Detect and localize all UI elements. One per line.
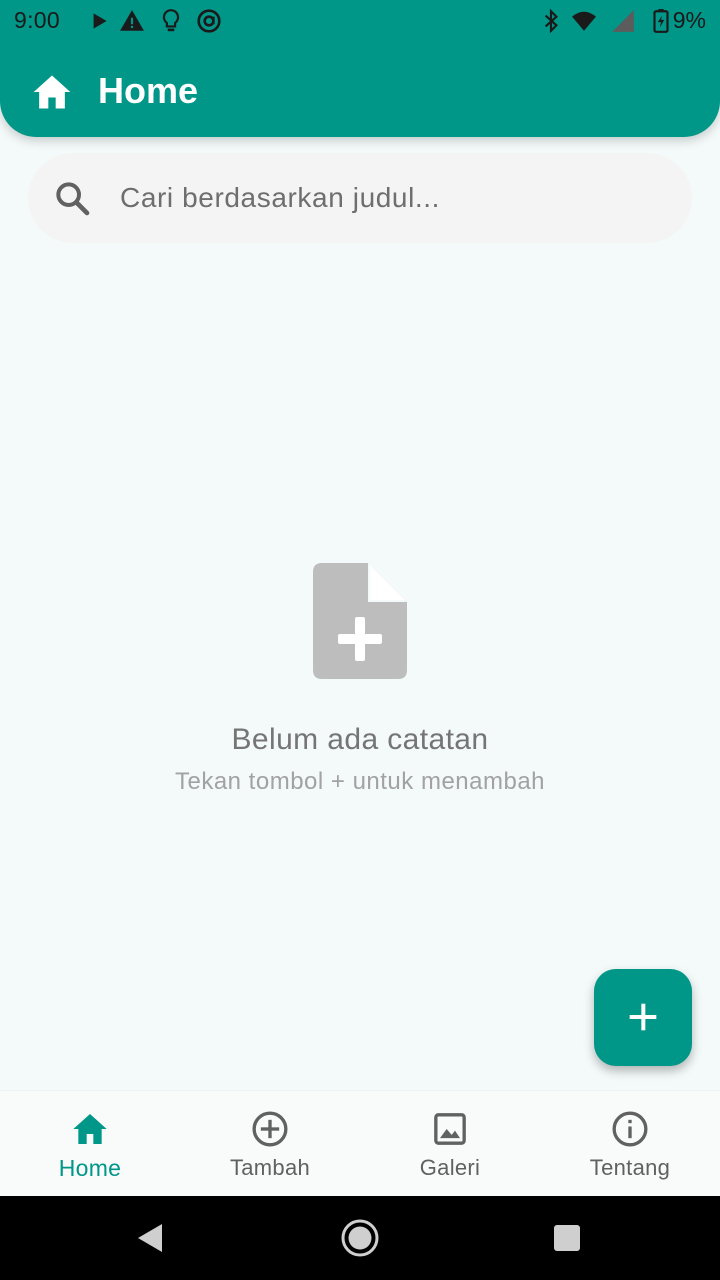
plus-icon (629, 1003, 657, 1031)
search-input[interactable]: Cari berdasarkan judul... (28, 153, 692, 243)
page-title: Home (98, 70, 199, 111)
battery-icon (653, 9, 669, 33)
alert-icon (120, 10, 144, 31)
status-bar: 9:00 9% (0, 0, 720, 42)
add-note-fab[interactable] (594, 969, 692, 1066)
nav-item-galeri[interactable]: Galeri (360, 1091, 540, 1197)
bluetooth-icon (544, 8, 558, 34)
bulb-icon (162, 9, 180, 32)
nav-label-home: Home (58, 1155, 122, 1181)
info-icon (612, 1111, 648, 1147)
nav-item-home[interactable]: Home (0, 1091, 180, 1197)
home-icon (33, 75, 71, 109)
nav-item-tentang[interactable]: Tentang (540, 1091, 720, 1197)
add-circle-icon (252, 1111, 288, 1147)
recents-icon[interactable] (543, 1214, 591, 1262)
status-time: 9:00 (14, 7, 60, 33)
nav-label-tentang: Tentang (589, 1155, 671, 1180)
battery-percent: 9% (672, 7, 706, 33)
back-icon[interactable] (126, 1214, 174, 1262)
signal-icon (612, 10, 634, 32)
empty-state-title: Belum ada catatan (231, 723, 489, 756)
play-icon (93, 13, 107, 29)
home-button-icon[interactable] (336, 1214, 384, 1262)
note-add-icon (313, 563, 407, 679)
wifi-icon (572, 11, 596, 31)
system-navigation-bar (0, 1196, 720, 1280)
image-icon (434, 1113, 466, 1145)
search-icon (56, 182, 90, 216)
search-placeholder: Cari berdasarkan judul... (120, 182, 441, 213)
nav-label-tambah: Tambah (229, 1155, 311, 1180)
at-icon (197, 9, 221, 33)
nav-label-galeri: Galeri (419, 1155, 481, 1180)
bottom-navigation: Home Tambah Galeri Tentang (0, 1090, 720, 1196)
empty-state-subtitle: Tekan tombol + untuk menambah (174, 768, 546, 795)
app-header: 9:00 9% Home (0, 0, 720, 137)
home-icon (73, 1114, 107, 1144)
nav-item-tambah[interactable]: Tambah (180, 1091, 360, 1197)
